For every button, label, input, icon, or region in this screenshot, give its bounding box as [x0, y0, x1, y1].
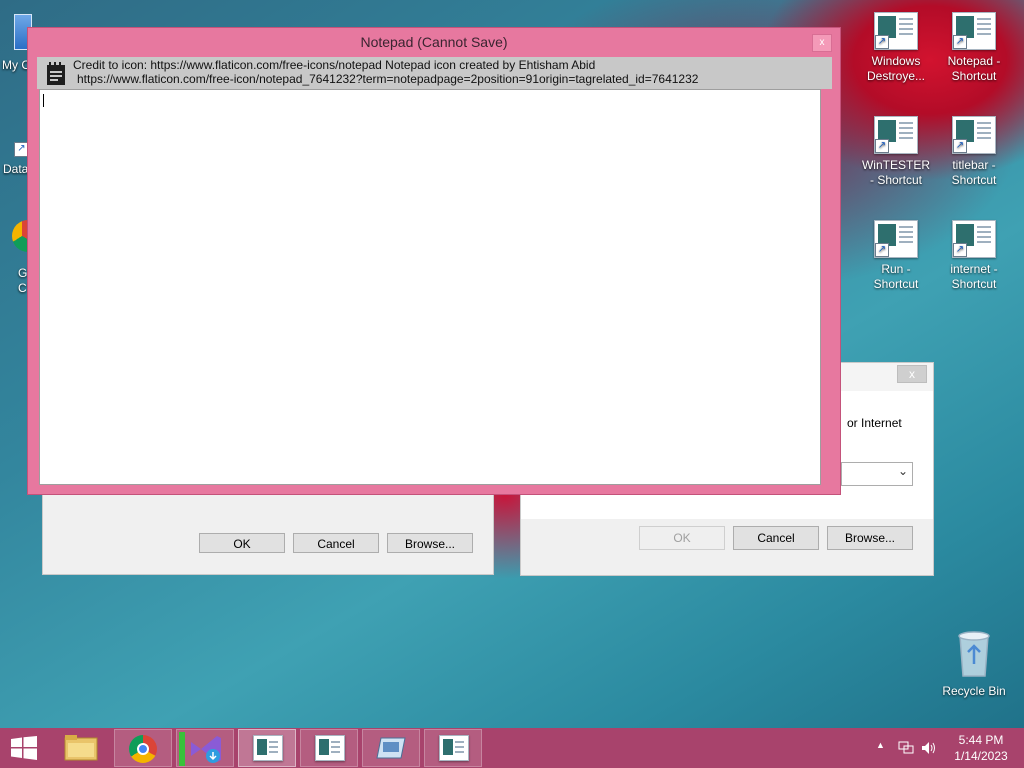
clock-time: 5:44 PM — [958, 733, 1004, 747]
ok-button[interactable]: OK — [639, 526, 725, 550]
desktop-icon-wintester-shortcut[interactable]: ↗ WinTESTER - Shortcut — [859, 116, 933, 188]
desktop-icon-label: Notepad - Shortcut — [947, 54, 1001, 83]
app-window-icon — [315, 735, 345, 761]
network-icon[interactable] — [898, 741, 914, 755]
close-button[interactable]: x — [897, 365, 927, 383]
desktop-icon-my-computer[interactable]: My C — [0, 10, 32, 76]
run-dialog-icon — [376, 737, 406, 759]
close-button[interactable]: x — [812, 34, 832, 52]
taskbar-visual-studio-installer[interactable] — [176, 729, 234, 767]
desktop-icon-label: Data — [3, 162, 29, 176]
desktop-icon-label: C — [18, 281, 27, 295]
desktop-icon-label: Windows Destroye... — [866, 54, 926, 83]
visual-studio-logo-icon — [191, 736, 221, 763]
taskbar: ▲ 5:44 PM 1/14/2023 — [0, 728, 1024, 768]
chevron-down-icon: ⌄ — [897, 464, 908, 478]
windows-logo-icon — [11, 736, 37, 760]
browse-button[interactable]: Browse... — [827, 526, 913, 550]
shortcut-thumbnail-icon: ↗ — [952, 116, 996, 154]
browse-button[interactable]: Browse... — [387, 533, 473, 553]
volume-icon[interactable] — [921, 741, 937, 755]
shortcut-thumbnail-icon: ↗ — [874, 116, 918, 154]
taskbar-notepad-active[interactable] — [238, 729, 296, 767]
desktop-icon-label: WinTESTER - Shortcut — [861, 158, 930, 187]
open-combobox[interactable]: ⌄ — [841, 462, 913, 486]
desktop-icon-label: Run - Shortcut — [873, 262, 919, 291]
clock[interactable]: 5:44 PM 1/14/2023 — [946, 732, 1016, 764]
desktop-icon-label: internet - Shortcut — [950, 262, 998, 291]
recycle-bin-icon — [958, 631, 990, 677]
desktop-icon-run-shortcut[interactable]: ↗ Run - Shortcut — [859, 220, 933, 292]
desktop-icon-windows-destroyer[interactable]: ↗ Windows Destroye... — [859, 12, 933, 84]
clock-date: 1/14/2023 — [954, 749, 1008, 763]
visual-studio-icon — [179, 732, 185, 766]
background-dialog-left: OK Cancel Browse... — [42, 490, 494, 575]
credit-text-line1: Credit to icon: https://www.flaticon.com… — [73, 58, 596, 72]
credit-text-line2: https://www.flaticon.com/free-icon/notep… — [77, 72, 699, 86]
text-editor-area[interactable] — [39, 89, 821, 485]
desktop-icon-recycle-bin[interactable]: Recycle Bin — [937, 630, 1011, 699]
shortcut-thumbnail-icon: ↗ — [952, 12, 996, 50]
desktop-icon-internet-shortcut[interactable]: ↗ internet - Shortcut — [937, 220, 1011, 292]
show-hidden-icons-button[interactable]: ▲ — [876, 740, 885, 750]
folder-icon — [64, 735, 98, 761]
icon-credit-banner: Credit to icon: https://www.flaticon.com… — [37, 57, 832, 89]
chrome-icon — [129, 735, 157, 763]
dialog-description: or Internet — [847, 416, 902, 430]
window-title: Notepad (Cannot Save) — [360, 34, 508, 50]
desktop-icon-titlebar-shortcut[interactable]: ↗ titlebar - Shortcut — [937, 116, 1011, 188]
desktop-icon-label: My C — [2, 58, 30, 72]
taskbar-run-dialog[interactable] — [362, 729, 420, 767]
desktop-icon-chrome[interactable]: G C — [0, 216, 32, 296]
cancel-button[interactable]: Cancel — [733, 526, 819, 550]
notepad-icon — [47, 62, 65, 85]
taskbar-app-window-2[interactable] — [300, 729, 358, 767]
desktop-icon-data[interactable]: ↗ Data — [0, 118, 30, 182]
text-caret — [43, 94, 44, 107]
desktop-icon-label: titlebar - Shortcut — [951, 158, 997, 187]
notepad-window: Notepad (Cannot Save) x Credit to icon: … — [27, 27, 841, 495]
notepad-window-icon — [253, 735, 283, 761]
taskbar-file-explorer[interactable] — [52, 729, 110, 767]
shortcut-thumbnail-icon: ↗ — [874, 12, 918, 50]
shortcut-thumbnail-icon: ↗ — [952, 220, 996, 258]
desktop-icon-label: Recycle Bin — [942, 684, 1006, 698]
taskbar-app-window-3[interactable] — [424, 729, 482, 767]
start-button[interactable] — [0, 728, 48, 768]
desktop-icon-notepad-shortcut[interactable]: ↗ Notepad - Shortcut — [937, 12, 1011, 84]
desktop-icon-label: G — [18, 266, 28, 280]
shortcut-thumbnail-icon: ↗ — [874, 220, 918, 258]
app-window-icon — [439, 735, 469, 761]
taskbar-chrome[interactable] — [114, 729, 172, 767]
cancel-button[interactable]: Cancel — [293, 533, 379, 553]
ok-button[interactable]: OK — [199, 533, 285, 553]
